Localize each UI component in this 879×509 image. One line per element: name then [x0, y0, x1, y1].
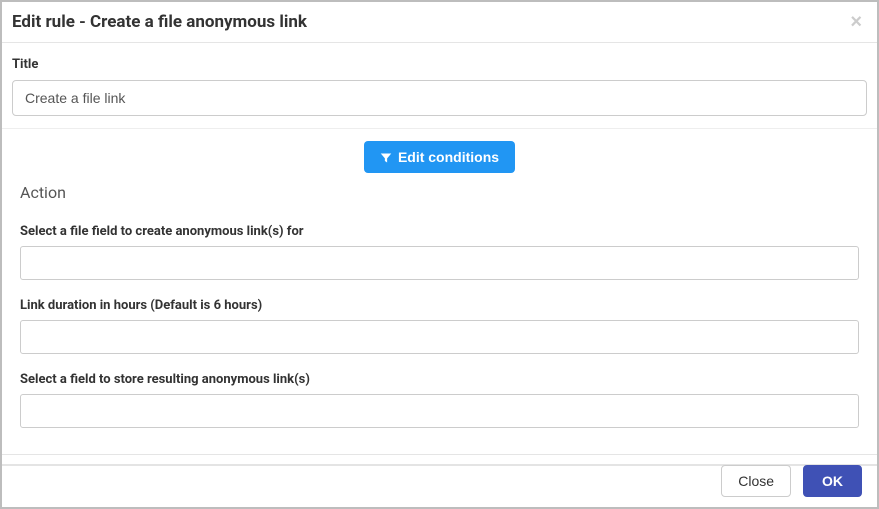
close-button[interactable]: Close [721, 465, 791, 497]
conditions-section: Edit conditions [2, 129, 877, 179]
file-field-input[interactable] [20, 246, 859, 280]
file-field-label: Select a file field to create anonymous … [20, 224, 859, 239]
modal-footer: Close OK [2, 454, 877, 507]
action-section: Action Select a file field to create ano… [2, 179, 877, 466]
filter-icon [380, 151, 392, 163]
edit-conditions-button[interactable]: Edit conditions [364, 141, 515, 173]
store-field-group: Select a field to store resulting anonym… [20, 372, 859, 428]
close-icon[interactable]: × [850, 12, 862, 32]
title-section: Title [2, 43, 877, 129]
store-field-label: Select a field to store resulting anonym… [20, 372, 859, 387]
file-field-group: Select a file field to create anonymous … [20, 224, 859, 280]
edit-conditions-label: Edit conditions [398, 149, 499, 165]
ok-button[interactable]: OK [803, 465, 862, 497]
modal-header: Edit rule - Create a file anonymous link… [2, 2, 877, 43]
duration-field-group: Link duration in hours (Default is 6 hou… [20, 298, 859, 354]
duration-label: Link duration in hours (Default is 6 hou… [20, 298, 859, 313]
title-input[interactable] [12, 80, 867, 116]
modal-body: Title Edit conditions Action Select a fi… [2, 43, 877, 466]
modal-title: Edit rule - Create a file anonymous link [12, 12, 307, 32]
store-field-input[interactable] [20, 394, 859, 428]
duration-input[interactable] [20, 320, 859, 354]
title-label: Title [12, 57, 867, 72]
action-header: Action [20, 183, 859, 202]
